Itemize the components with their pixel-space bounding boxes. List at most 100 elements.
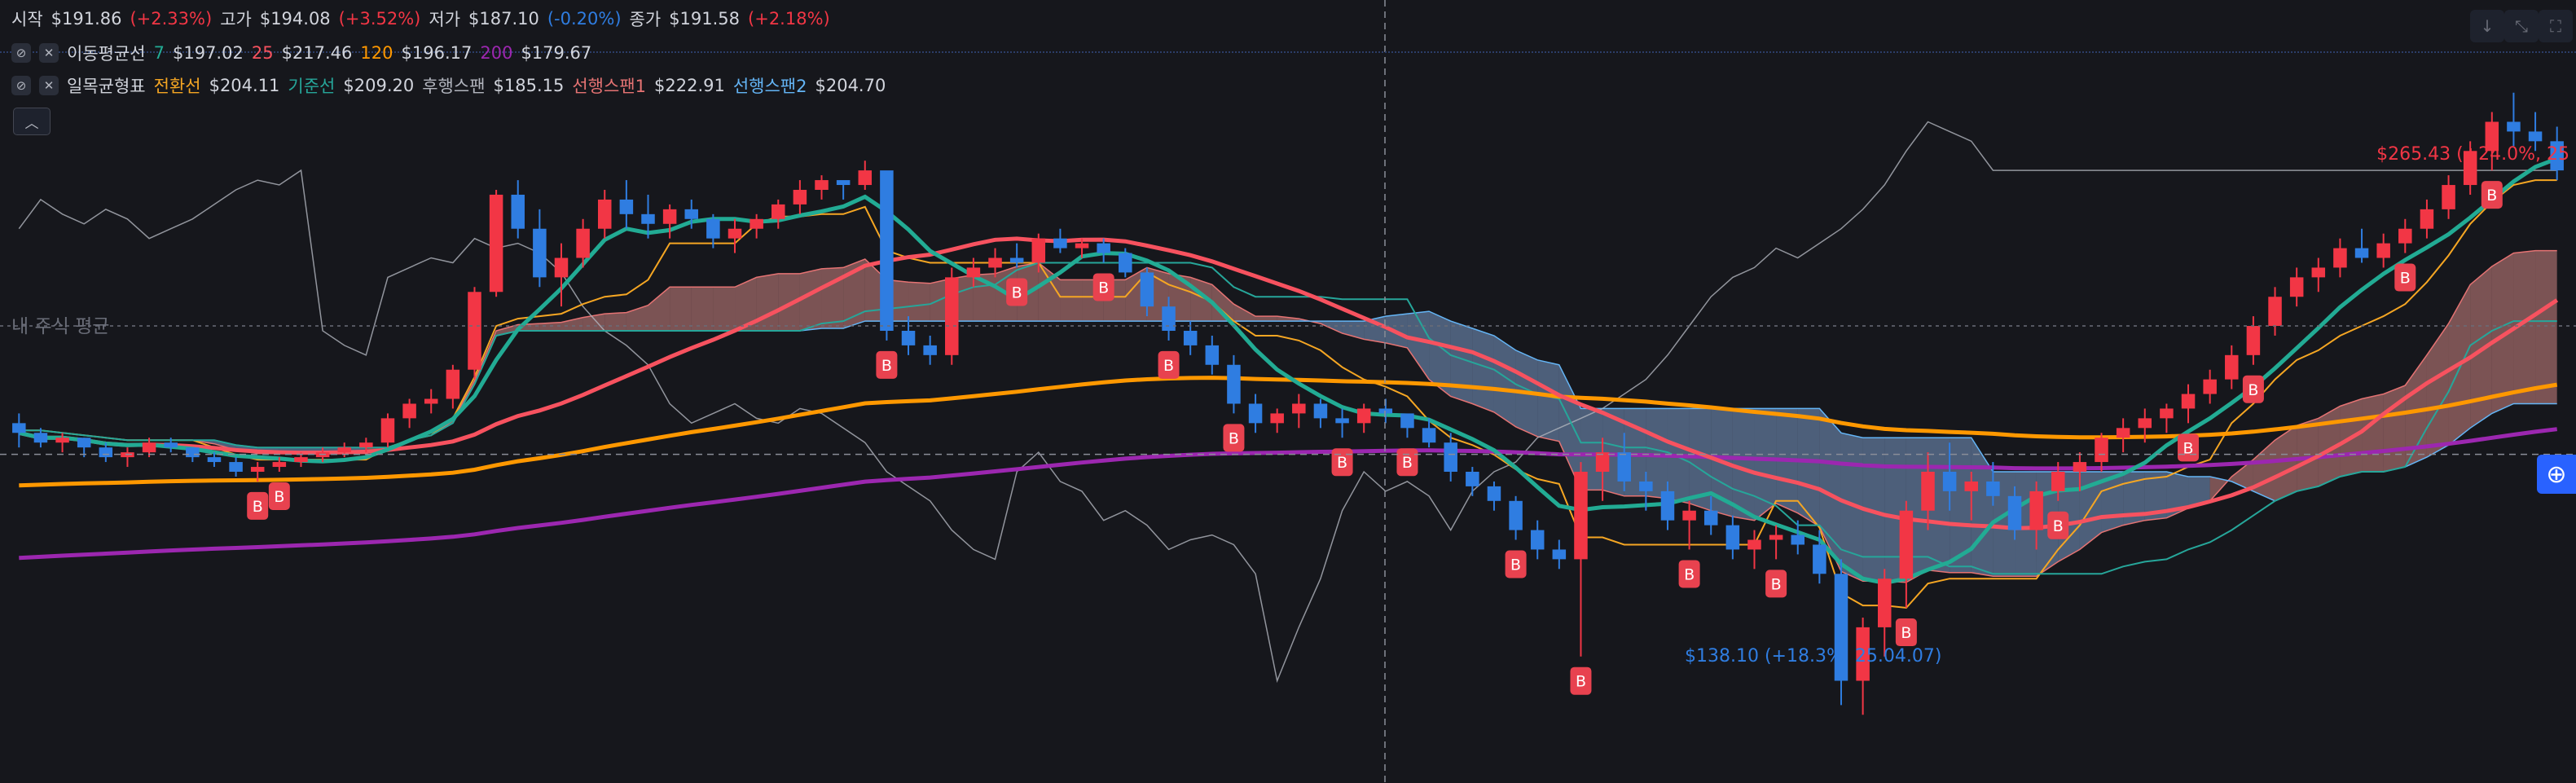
price-chart[interactable]: BBBB BBBB BBBBBBBBBBB 내 주식 평균$265.43 (+24.… <box>0 0 2576 783</box>
candle <box>2268 287 2282 336</box>
candle-body <box>33 433 48 443</box>
eye-off-icon[interactable]: ⊘ <box>11 76 31 95</box>
candle-body <box>1487 486 1501 501</box>
fullscreen-icon[interactable]: ⛶ <box>2539 10 2573 42</box>
candle-body <box>662 209 677 224</box>
candle <box>1444 433 1457 482</box>
candle-body <box>1162 306 1176 331</box>
candle <box>1682 500 1696 550</box>
chevron-up-icon[interactable]: ︿ <box>13 108 51 135</box>
buy-marker-label: B <box>1684 565 1695 583</box>
buy-marker-label: B <box>1012 284 1022 301</box>
candle <box>2333 238 2347 278</box>
buy-marker: B <box>876 350 898 379</box>
candle-body <box>554 257 569 278</box>
candle <box>2289 267 2304 307</box>
ichimoku-name: 일목균형표 <box>67 77 146 96</box>
candle <box>1574 462 1588 657</box>
ma7-period: 7 <box>153 43 165 63</box>
buy-marker-label: B <box>1771 575 1782 593</box>
candle-body <box>77 438 91 448</box>
candle-body <box>1400 413 1414 429</box>
cloud-segment <box>713 287 736 331</box>
candle-body <box>945 277 959 355</box>
candle-body <box>2116 428 2130 438</box>
eye-off-icon[interactable]: ⊘ <box>11 43 31 63</box>
indicator-lines <box>18 121 2559 684</box>
cloud-segment <box>1255 316 1277 322</box>
candle-body <box>750 218 763 229</box>
close-icon[interactable]: ✕ <box>39 76 59 95</box>
buy-marker-label: B <box>1229 429 1239 447</box>
high-price-marker: $265.43 (+24.0%, 25 <box>2376 144 2569 165</box>
candle-body <box>2398 228 2412 244</box>
open-label: 시작 <box>11 10 43 29</box>
candle <box>1466 467 1479 496</box>
candle-body <box>1183 331 1198 345</box>
buy-marker-label: B <box>2053 517 2064 535</box>
candle <box>1769 525 1783 560</box>
candle <box>1248 394 1263 433</box>
candle <box>229 457 243 477</box>
buy-marker-label: B <box>1402 454 1413 472</box>
candle-body <box>1248 403 1263 424</box>
candle-body <box>2528 131 2543 142</box>
candle <box>1053 228 1067 253</box>
buy-marker: B <box>1678 560 1700 588</box>
candle <box>815 175 829 200</box>
candle-body <box>1270 413 1284 424</box>
candle-body <box>55 438 69 443</box>
candle-body <box>142 442 156 453</box>
buy-marker-label: B <box>2248 381 2258 399</box>
cloud-segment <box>1971 438 1994 577</box>
candle-body <box>1639 481 1653 491</box>
base-line <box>19 262 2557 575</box>
candle-body <box>2051 472 2065 491</box>
candle-body <box>294 457 308 463</box>
cloud-segment <box>1732 408 1755 521</box>
cloud-segment <box>1558 364 1581 490</box>
candle-body <box>1769 534 1783 540</box>
ichimoku-cloud <box>19 249 2557 583</box>
candle <box>858 161 873 190</box>
cloud-segment <box>1472 328 1494 412</box>
buy-marker: B <box>2394 263 2416 292</box>
plus-icon[interactable]: ⊕ <box>2537 455 2576 494</box>
buy-marker-label: B <box>1901 624 1911 642</box>
candle <box>597 190 612 239</box>
candle-body <box>684 209 699 219</box>
base-value: $209.20 <box>343 76 415 95</box>
arrow-down-icon[interactable]: ↓ <box>2470 10 2504 42</box>
close-value: $191.58 <box>669 9 741 29</box>
spanB-label: 선행스팬2 <box>732 77 807 96</box>
candle-body <box>2225 354 2239 380</box>
buy-marker-label: B <box>274 488 284 506</box>
candle <box>380 413 395 448</box>
candle-body <box>1617 452 1631 482</box>
high-value: $194.08 <box>259 9 331 29</box>
cloud-segment <box>1407 311 1430 380</box>
spanB-value: $204.70 <box>815 76 886 95</box>
candle <box>1834 559 1848 706</box>
candle <box>554 243 569 307</box>
cloud-segment <box>648 287 670 331</box>
span-a-line <box>19 249 2557 583</box>
close-icon[interactable]: ✕ <box>39 43 59 63</box>
compress-icon[interactable]: ⤡ <box>2504 10 2539 42</box>
ma25-period: 25 <box>251 43 274 63</box>
buy-marker: B <box>247 491 269 520</box>
buy-marker: B <box>2481 181 2503 209</box>
buy-marker: B <box>1396 448 1418 477</box>
candle-body <box>1703 510 1718 526</box>
candle-body <box>1552 549 1567 560</box>
candle <box>121 447 134 468</box>
candle-body <box>1205 345 1220 365</box>
candle <box>1270 408 1284 433</box>
candle-body <box>164 442 178 448</box>
candle-body <box>2268 297 2282 327</box>
candle-body <box>1791 534 1805 545</box>
candle-body <box>2007 495 2022 530</box>
candle-body <box>359 442 373 448</box>
candle-body <box>966 267 981 278</box>
candle-body <box>2160 408 2174 419</box>
